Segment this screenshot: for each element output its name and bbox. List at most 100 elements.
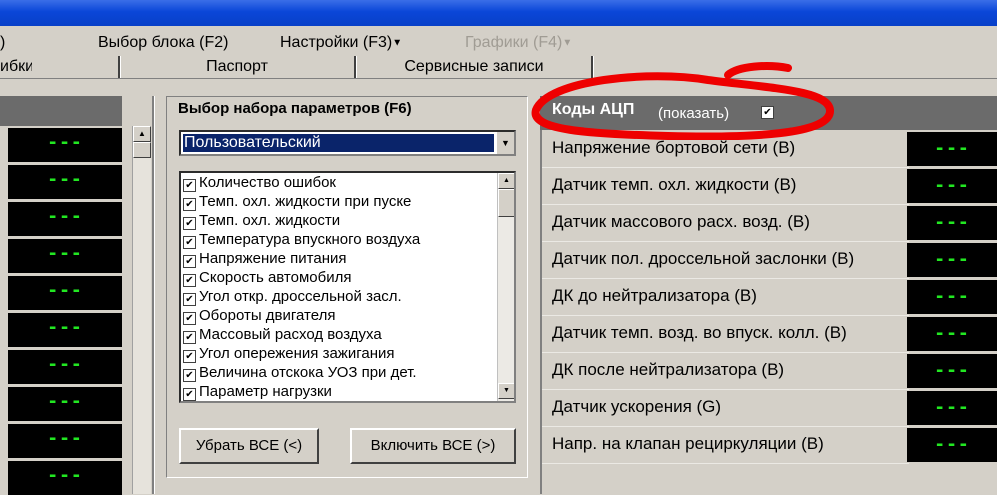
left-scrollbar[interactable]: ▲ [132, 126, 151, 494]
value-text: --- [934, 360, 970, 381]
adc-row-label: Датчик ускорения (G) [552, 397, 722, 416]
scroll-down-icon[interactable]: ▼ [498, 383, 514, 399]
tab-separator [591, 56, 594, 78]
scroll-up-icon[interactable]: ▲ [498, 173, 514, 189]
check-icon[interactable]: ✔ [183, 350, 196, 363]
tab-underline [0, 78, 997, 79]
adc-row: ДК после нейтрализатора (В) [542, 352, 909, 390]
check-icon[interactable]: ✔ [183, 179, 196, 192]
menu-item-charts[interactable]: Графики (F4)▼ [465, 34, 572, 52]
param-list-scrollbar[interactable]: ▲ ▼ [497, 173, 514, 401]
value-text: --- [47, 280, 83, 301]
check-icon[interactable]: ✔ [761, 106, 774, 119]
left-value-cell: --- [8, 276, 122, 310]
scroll-up-icon[interactable]: ▲ [133, 126, 151, 142]
value-text: --- [934, 323, 970, 344]
param-label: Обороты двигателя [199, 307, 336, 324]
check-icon[interactable]: ✔ [183, 198, 196, 211]
param-label: Температура впускного воздуха [199, 231, 421, 248]
check-icon[interactable]: ✔ [183, 236, 196, 249]
adc-title: Коды АЦП [552, 101, 635, 118]
adc-row: Датчик массового расх. возд. (В) [542, 204, 909, 242]
adc-row: Датчик темп. охл. жидкости (В) [542, 167, 909, 205]
param-label: Количество ошибок [199, 174, 336, 191]
adc-value-cell: --- [907, 280, 997, 314]
remove-all-button[interactable]: Убрать ВСЕ (<) [179, 428, 319, 464]
adc-value-cell: --- [907, 243, 997, 277]
check-icon[interactable]: ✔ [183, 255, 196, 268]
param-list-item[interactable]: ✔ Параметр нагрузки [183, 382, 332, 401]
tab-separator [118, 56, 121, 78]
adc-row-label: Напряжение бортовой сети (В) [552, 138, 796, 157]
menu-item-partial[interactable]: ) [0, 34, 5, 52]
left-value-cell: --- [8, 239, 122, 273]
adc-value-cell: --- [907, 169, 997, 203]
adc-row-label: Датчик темп. возд. во впуск. колл. (В) [552, 323, 847, 342]
menu-item-select-unit[interactable]: Выбор блока (F2) [98, 34, 228, 52]
value-text: --- [934, 138, 970, 159]
param-label: Скорость автомобиля [199, 269, 352, 286]
menu-item-settings-label: Настройки (F3) [280, 34, 393, 51]
adc-row: Датчик пол. дроссельной заслонки (В) [542, 241, 909, 279]
param-list-item[interactable]: ✔ Величина отскока УОЗ при дет. [183, 363, 417, 382]
param-label: Темп. охл. жидкости [199, 212, 341, 229]
param-list-item[interactable]: ✔ Темп. охл. жидкости при пуске [183, 192, 411, 211]
param-list-item[interactable]: ✔ Темп. охл. жидкости [183, 211, 340, 230]
value-text: --- [934, 286, 970, 307]
chevron-down-icon[interactable]: ▼ [496, 132, 514, 154]
value-text: --- [934, 212, 970, 233]
check-icon[interactable]: ✔ [183, 331, 196, 344]
adc-row-label: Датчик пол. дроссельной заслонки (В) [552, 249, 855, 268]
adc-row: ДК до нейтрализатора (В) [542, 278, 909, 316]
adc-row: Напряжение бортовой сети (В) [542, 130, 909, 168]
adc-value-cell: --- [907, 354, 997, 388]
adc-value-cell: --- [907, 391, 997, 425]
param-set-panel: Выбор набора параметров (F6) Пользовател… [166, 96, 528, 478]
adc-value-cell: --- [907, 132, 997, 166]
adc-row: Датчик ускорения (G) [542, 389, 909, 427]
enable-all-button[interactable]: Включить ВСЕ (>) [350, 428, 516, 464]
window-titlebar [0, 0, 997, 26]
param-label: Угол опережения зажигания [199, 345, 395, 362]
param-set-selected[interactable]: Пользовательский [183, 134, 494, 152]
menu-item-settings[interactable]: Настройки (F3)▼ [280, 34, 402, 52]
tab-passport[interactable]: Паспорт [122, 56, 352, 78]
check-icon[interactable]: ✔ [183, 369, 196, 382]
value-text: --- [934, 434, 970, 455]
check-icon[interactable]: ✔ [183, 293, 196, 306]
param-list-item[interactable]: ✔ Массовый расход воздуха [183, 325, 382, 344]
param-list-item[interactable]: ✔ Скорость автомобиля [183, 268, 351, 287]
tab-errors[interactable]: ибки [0, 56, 32, 78]
value-text: --- [47, 169, 83, 190]
value-text: --- [47, 391, 83, 412]
value-text: --- [47, 354, 83, 375]
left-values-column: --- --- --- --- --- --- --- --- --- --- [0, 96, 122, 495]
scroll-thumb[interactable] [133, 142, 151, 158]
adc-row-label: Датчик массового расх. возд. (В) [552, 212, 810, 231]
param-list-item[interactable]: ✔ Угол откр. дроссельной засл. [183, 287, 402, 306]
left-value-cell: --- [8, 350, 122, 384]
value-text: --- [934, 397, 970, 418]
scroll-thumb[interactable] [498, 189, 514, 217]
check-icon[interactable]: ✔ [183, 217, 196, 230]
adc-row-label: ДК до нейтрализатора (В) [552, 286, 757, 305]
param-label: Массовый расход воздуха [199, 326, 382, 343]
param-set-dropdown[interactable]: Пользовательский ▼ [179, 130, 516, 156]
check-icon[interactable]: ✔ [183, 312, 196, 325]
left-value-cell: --- [8, 165, 122, 199]
adc-row-label: Датчик темп. охл. жидкости (В) [552, 175, 797, 194]
check-icon[interactable]: ✔ [183, 388, 196, 401]
param-list[interactable]: ✔ Количество ошибок ✔ Темп. охл. жидкости … [179, 171, 516, 403]
tab-bar: ибки Паспорт Сервисные записи [0, 56, 997, 80]
adc-list: Напряжение бортовой сети (В) Датчик темп… [540, 130, 909, 494]
param-list-item[interactable]: ✔ Температура впускного воздуха [183, 230, 420, 249]
left-value-cell: --- [8, 313, 122, 347]
tab-service-records[interactable]: Сервисные записи [358, 56, 590, 78]
param-list-item[interactable]: ✔ Напряжение питания [183, 249, 346, 268]
param-list-item[interactable]: ✔ Обороты двигателя [183, 306, 335, 325]
value-text: --- [47, 132, 83, 153]
param-list-item[interactable]: ✔ Угол опережения зажигания [183, 344, 394, 363]
left-value-cell: --- [8, 424, 122, 458]
param-list-item[interactable]: ✔ Количество ошибок [183, 173, 336, 192]
check-icon[interactable]: ✔ [183, 274, 196, 287]
